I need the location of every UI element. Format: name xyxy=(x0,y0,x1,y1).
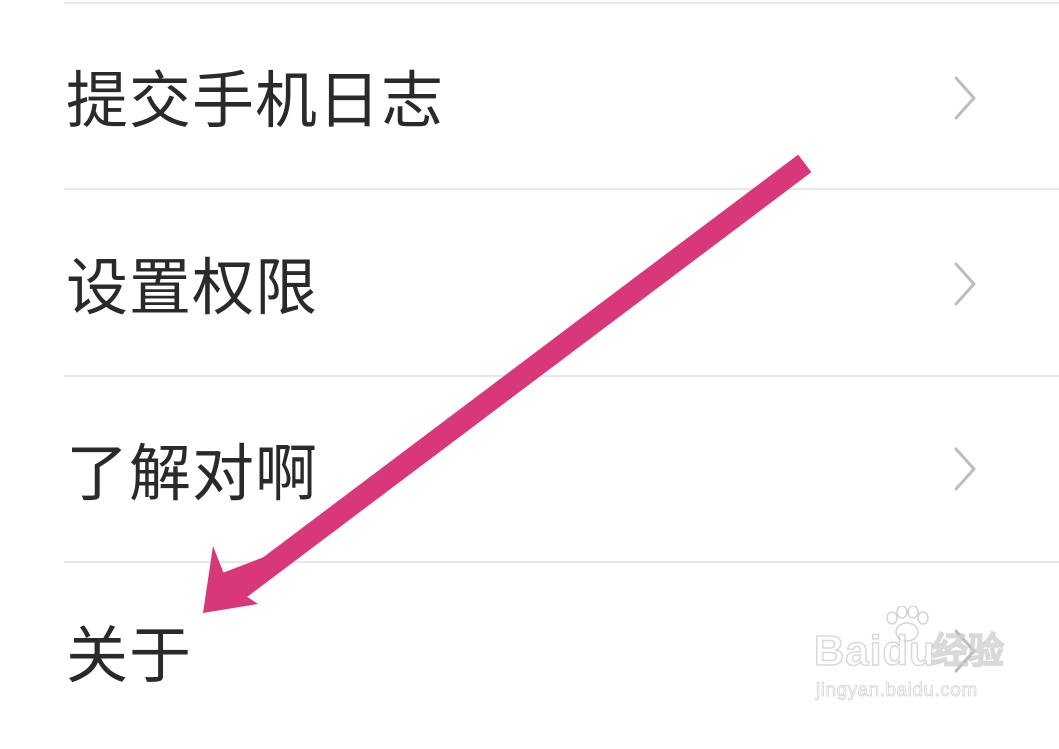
chevron-right-icon xyxy=(954,76,976,120)
settings-item-label: 提交手机日志 xyxy=(66,64,445,137)
settings-item-about[interactable]: 关于 xyxy=(0,563,1059,749)
settings-item-label: 关于 xyxy=(66,619,193,692)
settings-item-permissions[interactable]: 设置权限 xyxy=(0,190,1059,376)
settings-list: 提交手机日志 设置权限 了解对啊 关于 xyxy=(0,0,1059,723)
chevron-right-icon xyxy=(954,629,976,673)
settings-item-learn[interactable]: 了解对啊 xyxy=(0,377,1059,563)
chevron-right-icon xyxy=(954,447,976,491)
settings-item-submit-log[interactable]: 提交手机日志 xyxy=(0,4,1059,190)
settings-item-label: 设置权限 xyxy=(66,251,319,324)
settings-item-label: 了解对啊 xyxy=(66,437,319,510)
chevron-right-icon xyxy=(954,262,976,306)
